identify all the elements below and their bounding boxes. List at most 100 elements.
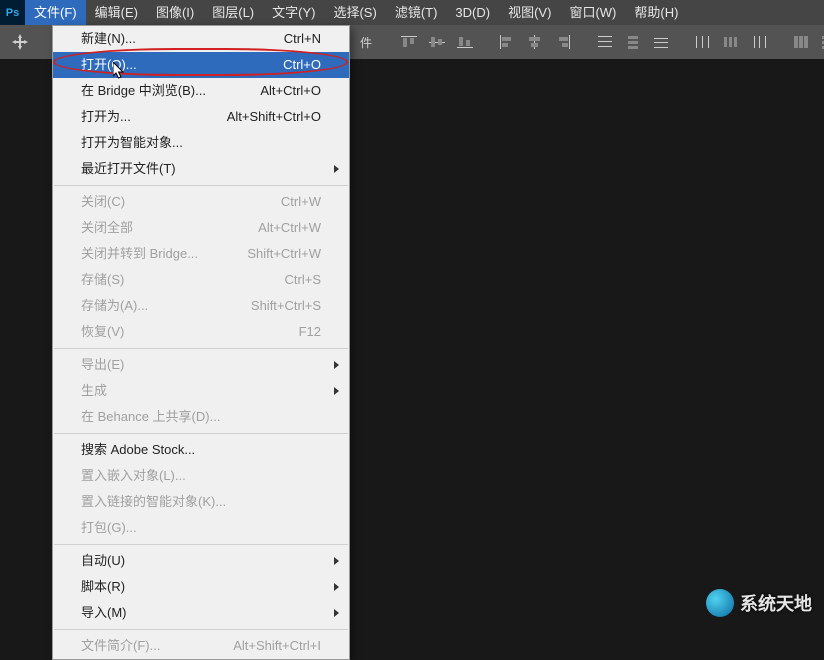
- file-menu-item-25[interactable]: 导入(M): [53, 600, 349, 626]
- file-menu-item-21: 打包(G)...: [53, 515, 349, 541]
- watermark: 系统天地: [706, 589, 812, 617]
- file-menu-item-18[interactable]: 搜索 Adobe Stock...: [53, 437, 349, 463]
- menu-item-shortcut: Alt+Shift+Ctrl+O: [227, 108, 321, 126]
- file-menu-item-1[interactable]: 打开(O)... Ctrl+O: [53, 52, 349, 78]
- menu-item-label: 打包(G)...: [81, 519, 137, 537]
- menu-item-label: 恢复(V): [81, 323, 124, 341]
- distribute-vcenter-icon[interactable]: [620, 31, 646, 53]
- menu-separator: [54, 348, 348, 349]
- truncated-option-label: 件: [360, 34, 372, 51]
- menu-item-label: 置入嵌入对象(L)...: [81, 467, 186, 485]
- move-tool-icon[interactable]: [0, 25, 40, 59]
- submenu-arrow-icon: [334, 557, 339, 565]
- menu-4[interactable]: 文字(Y): [263, 0, 324, 25]
- menu-separator: [54, 629, 348, 630]
- file-menu-item-7: 关闭(C) Ctrl+W: [53, 189, 349, 215]
- extra-align-2-icon[interactable]: [816, 31, 824, 53]
- file-menu-item-11: 存储为(A)... Shift+Ctrl+S: [53, 293, 349, 319]
- menu-separator: [54, 433, 348, 434]
- align-left-icon[interactable]: [494, 31, 520, 53]
- menu-1[interactable]: 编辑(E): [86, 0, 147, 25]
- menu-item-label: 导出(E): [81, 356, 124, 374]
- menu-item-shortcut: Shift+Ctrl+W: [247, 245, 321, 263]
- submenu-arrow-icon: [334, 361, 339, 369]
- menu-item-label: 最近打开文件(T): [81, 160, 176, 178]
- menu-item-label: 导入(M): [81, 604, 127, 622]
- file-menu-item-2[interactable]: 在 Bridge 中浏览(B)...Alt+Ctrl+O: [53, 78, 349, 104]
- file-menu-item-9: 关闭并转到 Bridge... Shift+Ctrl+W: [53, 241, 349, 267]
- file-menu-dropdown: 新建(N)... Ctrl+N 打开(O)... Ctrl+O 在 Bridge 中浏览…: [52, 25, 350, 660]
- menu-8[interactable]: 视图(V): [499, 0, 560, 25]
- file-menu-item-24[interactable]: 脚本(R): [53, 574, 349, 600]
- menu-9[interactable]: 窗口(W): [560, 0, 625, 25]
- align-right-icon[interactable]: [550, 31, 576, 53]
- submenu-arrow-icon: [334, 387, 339, 395]
- menu-item-label: 存储(S): [81, 271, 124, 289]
- file-menu-item-5[interactable]: 最近打开文件(T): [53, 156, 349, 182]
- menu-item-label: 打开为...: [81, 108, 131, 126]
- menu-7[interactable]: 3D(D): [446, 0, 499, 25]
- align-top-icon[interactable]: [396, 31, 422, 53]
- file-menu-item-16: 在 Behance 上共享(D)...: [53, 404, 349, 430]
- menu-item-label: 关闭全部: [81, 219, 133, 237]
- menu-item-shortcut: Shift+Ctrl+S: [251, 297, 321, 315]
- file-menu-item-23[interactable]: 自动(U): [53, 548, 349, 574]
- menu-item-label: 关闭并转到 Bridge...: [81, 245, 198, 263]
- align-bottom-icon[interactable]: [452, 31, 478, 53]
- align-hcenter-icon[interactable]: [522, 31, 548, 53]
- menu-item-label: 在 Behance 上共享(D)...: [81, 408, 220, 426]
- menu-item-label: 新建(N)...: [81, 30, 136, 48]
- menu-bar: Ps 文件(F)编辑(E)图像(I)图层(L)文字(Y)选择(S)滤镜(T)3D…: [0, 0, 824, 25]
- file-menu-item-19: 置入嵌入对象(L)...: [53, 463, 349, 489]
- menu-item-shortcut: Ctrl+W: [281, 193, 321, 211]
- menu-item-shortcut: Ctrl+O: [283, 56, 321, 74]
- menu-6[interactable]: 滤镜(T): [386, 0, 447, 25]
- menu-item-shortcut: Alt+Ctrl+W: [258, 219, 321, 237]
- app-icon: Ps: [0, 0, 25, 25]
- file-menu-item-12: 恢复(V) F12: [53, 319, 349, 345]
- extra-align-1-icon[interactable]: [788, 31, 814, 53]
- file-menu-item-20: 置入链接的智能对象(K)...: [53, 489, 349, 515]
- menu-item-label: 搜索 Adobe Stock...: [81, 441, 195, 459]
- menu-2[interactable]: 图像(I): [147, 0, 203, 25]
- menu-3[interactable]: 图层(L): [203, 0, 263, 25]
- file-menu-item-8: 关闭全部 Alt+Ctrl+W: [53, 215, 349, 241]
- menu-item-label: 文件简介(F)...: [81, 637, 160, 655]
- menu-item-label: 脚本(R): [81, 578, 125, 596]
- menu-item-label: 置入链接的智能对象(K)...: [81, 493, 226, 511]
- menu-item-label: 关闭(C): [81, 193, 125, 211]
- menu-0[interactable]: 文件(F): [25, 0, 86, 25]
- submenu-arrow-icon: [334, 165, 339, 173]
- submenu-arrow-icon: [334, 609, 339, 617]
- submenu-arrow-icon: [334, 583, 339, 591]
- menu-separator: [54, 185, 348, 186]
- watermark-icon: [706, 589, 734, 617]
- file-menu-item-15: 生成: [53, 378, 349, 404]
- file-menu-item-10: 存储(S) Ctrl+S: [53, 267, 349, 293]
- distribute-hcenter-icon[interactable]: [718, 31, 744, 53]
- menu-separator: [54, 544, 348, 545]
- menu-5[interactable]: 选择(S): [324, 0, 385, 25]
- file-menu-item-4[interactable]: 打开为智能对象...: [53, 130, 349, 156]
- menu-10[interactable]: 帮助(H): [625, 0, 687, 25]
- menu-item-shortcut: Ctrl+S: [285, 271, 321, 289]
- file-menu-item-0[interactable]: 新建(N)... Ctrl+N: [53, 26, 349, 52]
- menu-item-label: 生成: [81, 382, 107, 400]
- file-menu-item-27: 文件简介(F)... Alt+Shift+Ctrl+I: [53, 633, 349, 659]
- distribute-top-icon[interactable]: [592, 31, 618, 53]
- menu-item-shortcut: Alt+Ctrl+O: [260, 82, 321, 100]
- menu-item-label: 打开(O)...: [81, 56, 137, 74]
- watermark-text: 系统天地: [740, 590, 812, 616]
- align-vcenter-icon[interactable]: [424, 31, 450, 53]
- menu-item-label: 存储为(A)...: [81, 297, 148, 315]
- menu-item-shortcut: F12: [299, 323, 321, 341]
- file-menu-item-3[interactable]: 打开为... Alt+Shift+Ctrl+O: [53, 104, 349, 130]
- distribute-left-icon[interactable]: [690, 31, 716, 53]
- menu-item-shortcut: Ctrl+N: [284, 30, 321, 48]
- menu-item-shortcut: Alt+Shift+Ctrl+I: [233, 637, 321, 655]
- menu-item-label: 自动(U): [81, 552, 125, 570]
- distribute-right-icon[interactable]: [746, 31, 772, 53]
- distribute-bottom-icon[interactable]: [648, 31, 674, 53]
- file-menu-item-14: 导出(E): [53, 352, 349, 378]
- menu-item-label: 打开为智能对象...: [81, 134, 183, 152]
